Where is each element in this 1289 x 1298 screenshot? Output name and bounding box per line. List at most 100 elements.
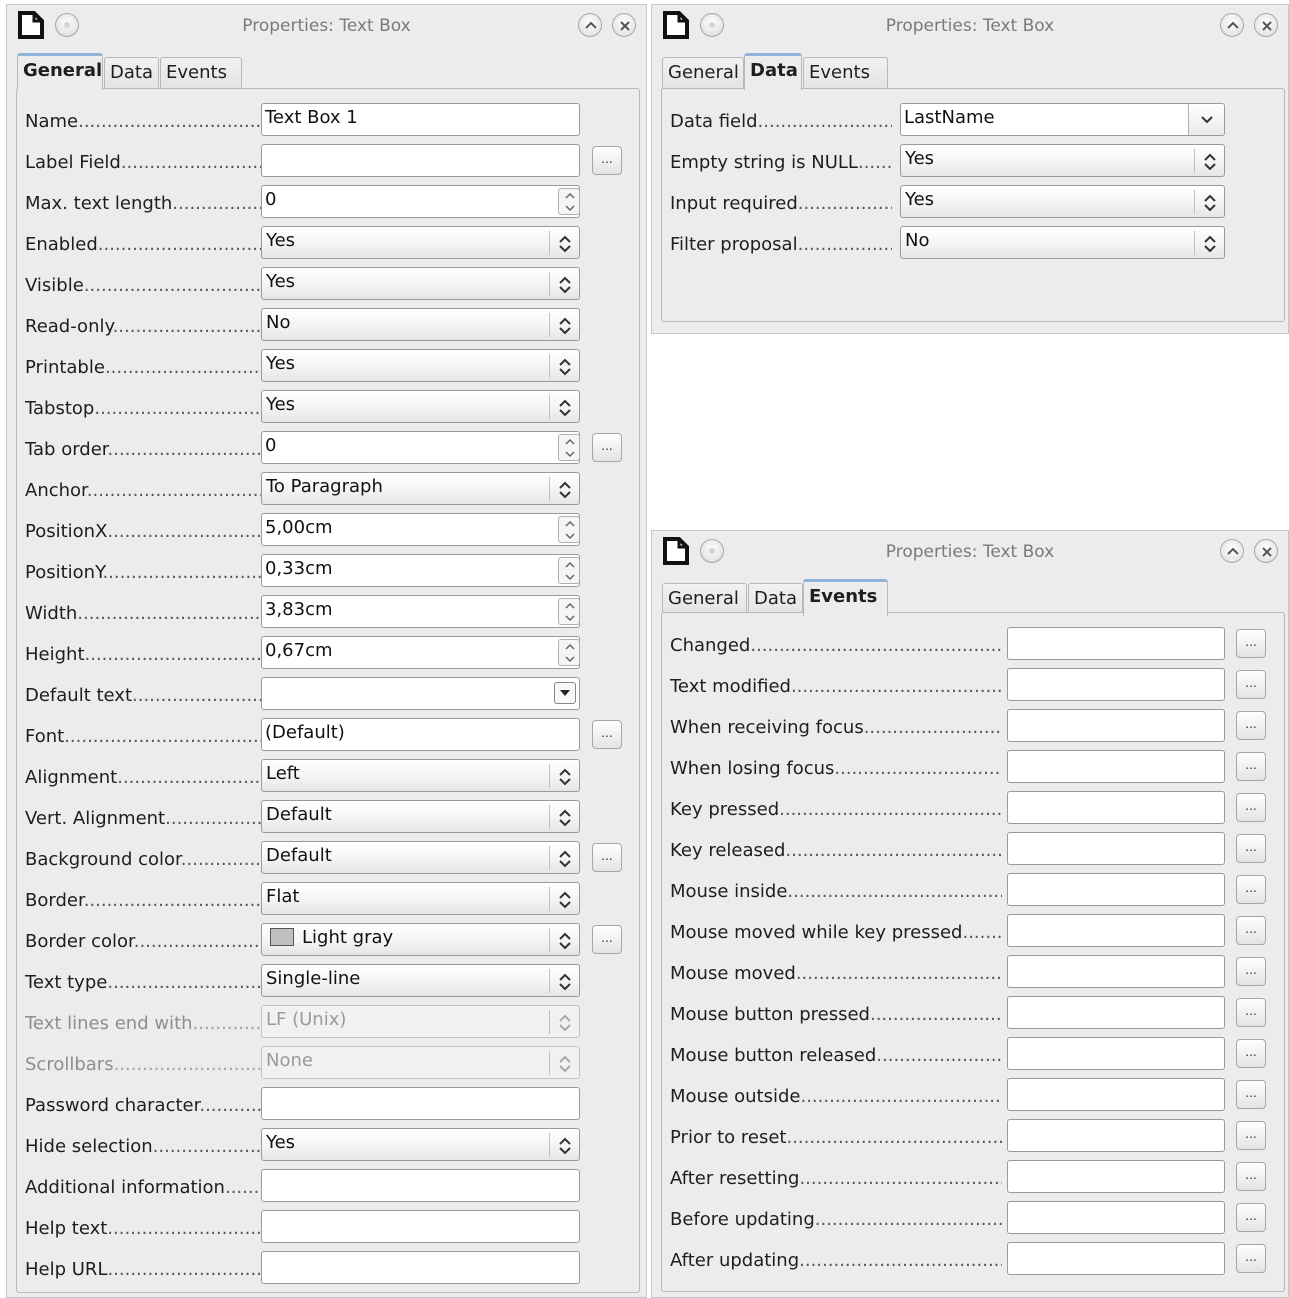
tab-general[interactable]: General [662, 583, 747, 615]
event-macro-field[interactable] [1007, 996, 1225, 1029]
tab-order-input[interactable]: 0 [261, 431, 580, 464]
position-x-input[interactable]: 5,00cm [261, 513, 580, 546]
tab-events[interactable]: Events [803, 579, 888, 616]
event-assign-button[interactable]: ... [1236, 629, 1266, 658]
position-y-spinbox[interactable]: 0,33cm [261, 554, 580, 587]
tab-data[interactable]: Data [748, 583, 803, 615]
visible-select[interactable]: Yes [261, 267, 580, 300]
title-bar[interactable]: Properties: Text Box [652, 531, 1288, 573]
tab-order-spinbox[interactable]: 0 [261, 431, 580, 464]
event-macro-field[interactable] [1007, 627, 1225, 660]
additional-information-input[interactable] [261, 1169, 580, 1202]
chevron-down-icon[interactable] [1188, 104, 1224, 135]
name-input[interactable]: Text Box 1 [261, 103, 580, 136]
spin-arrows-icon[interactable] [558, 434, 580, 461]
event-macro-field[interactable] [1007, 914, 1225, 947]
event-assign-button[interactable]: ... [1236, 957, 1266, 986]
anchor-select[interactable]: To Paragraph [261, 472, 580, 505]
background-color-browse-button[interactable]: ... [592, 843, 622, 872]
title-bar[interactable]: Properties: Text Box [7, 5, 646, 47]
background-color-select[interactable]: Default [261, 841, 580, 874]
event-macro-field[interactable] [1007, 1160, 1225, 1193]
max-text-length-spinbox[interactable]: 0 [261, 185, 580, 218]
data-field-combobox[interactable]: LastName [900, 103, 1225, 136]
tab-order-browse-button[interactable]: ... [592, 433, 622, 462]
tab-events[interactable]: Events [803, 57, 888, 89]
password-character-input[interactable] [261, 1087, 580, 1120]
title-bar[interactable]: Properties: Text Box [652, 5, 1288, 47]
font-browse-button[interactable]: ... [592, 720, 622, 749]
vert-alignment-select[interactable]: Default [261, 800, 580, 833]
close-icon[interactable] [1254, 13, 1278, 37]
event-macro-field[interactable] [1007, 955, 1225, 988]
event-assign-button[interactable]: ... [1236, 752, 1266, 781]
help-url-input[interactable] [261, 1251, 580, 1284]
empty-string-is-null-select[interactable]: Yes [900, 144, 1225, 177]
tab-data[interactable]: Data [744, 53, 802, 90]
chevron-up-icon[interactable] [1220, 13, 1244, 37]
dropdown-arrow-icon[interactable] [554, 682, 576, 704]
event-assign-button[interactable]: ... [1236, 711, 1266, 740]
event-macro-field[interactable] [1007, 1201, 1225, 1234]
event-macro-field[interactable] [1007, 1119, 1225, 1152]
printable-select[interactable]: Yes [261, 349, 580, 382]
event-macro-field[interactable] [1007, 1078, 1225, 1111]
event-macro-field[interactable] [1007, 832, 1225, 865]
event-assign-button[interactable]: ... [1236, 1080, 1266, 1109]
close-icon[interactable] [1254, 539, 1278, 563]
close-icon[interactable] [612, 13, 636, 37]
height-input[interactable]: 0,67cm [261, 636, 580, 669]
width-spinbox[interactable]: 3,83cm [261, 595, 580, 628]
border-color-select[interactable]: Light gray [261, 923, 580, 956]
spin-arrows-icon[interactable] [558, 598, 580, 625]
tab-data[interactable]: Data [104, 57, 159, 89]
event-macro-field[interactable] [1007, 750, 1225, 783]
help-text-input[interactable] [261, 1210, 580, 1243]
event-assign-button[interactable]: ... [1236, 1162, 1266, 1191]
event-macro-field[interactable] [1007, 791, 1225, 824]
event-assign-button[interactable]: ... [1236, 834, 1266, 863]
tab-general[interactable]: General [17, 53, 103, 90]
event-macro-field[interactable] [1007, 709, 1225, 742]
event-assign-button[interactable]: ... [1236, 793, 1266, 822]
spin-arrows-icon[interactable] [558, 557, 580, 584]
tabstop-select[interactable]: Yes [261, 390, 580, 423]
label-field-browse-button[interactable]: ... [592, 146, 622, 175]
event-assign-button[interactable]: ... [1236, 1039, 1266, 1068]
label-field-input[interactable] [261, 144, 580, 177]
enabled-select[interactable]: Yes [261, 226, 580, 259]
tab-general[interactable]: General [662, 57, 744, 89]
spin-arrows-icon[interactable] [558, 516, 580, 543]
spin-arrows-icon[interactable] [558, 639, 580, 666]
event-assign-button[interactable]: ... [1236, 916, 1266, 945]
text-type-select[interactable]: Single-line [261, 964, 580, 997]
spin-arrows-icon[interactable] [558, 188, 580, 215]
hide-selection-select[interactable]: Yes [261, 1128, 580, 1161]
position-x-spinbox[interactable]: 5,00cm [261, 513, 580, 546]
event-assign-button[interactable]: ... [1236, 1244, 1266, 1273]
read-only-select[interactable]: No [261, 308, 580, 341]
border-color-browse-button[interactable]: ... [592, 925, 622, 954]
font-input[interactable]: (Default) [261, 718, 580, 751]
input-required-select[interactable]: Yes [900, 185, 1225, 218]
position-y-input[interactable]: 0,33cm [261, 554, 580, 587]
chevron-up-icon[interactable] [578, 13, 602, 37]
event-assign-button[interactable]: ... [1236, 1121, 1266, 1150]
chevron-up-icon[interactable] [1220, 539, 1244, 563]
event-assign-button[interactable]: ... [1236, 670, 1266, 699]
alignment-select[interactable]: Left [261, 759, 580, 792]
default-text-input[interactable] [261, 677, 580, 710]
border-select[interactable]: Flat [261, 882, 580, 915]
event-assign-button[interactable]: ... [1236, 875, 1266, 904]
tab-events[interactable]: Events [160, 57, 242, 89]
event-macro-field[interactable] [1007, 1037, 1225, 1070]
width-input[interactable]: 3,83cm [261, 595, 580, 628]
event-macro-field[interactable] [1007, 1242, 1225, 1275]
event-macro-field[interactable] [1007, 873, 1225, 906]
height-spinbox[interactable]: 0,67cm [261, 636, 580, 669]
event-macro-field[interactable] [1007, 668, 1225, 701]
filter-proposal-select[interactable]: No [900, 226, 1225, 259]
event-assign-button[interactable]: ... [1236, 998, 1266, 1027]
event-assign-button[interactable]: ... [1236, 1203, 1266, 1232]
max-text-length-input[interactable]: 0 [261, 185, 580, 218]
